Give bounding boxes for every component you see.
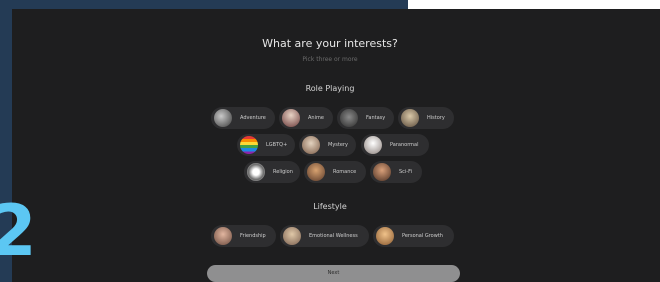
- sci-fi-thumbnail-icon: [373, 163, 391, 181]
- chip-romance[interactable]: Romance: [304, 161, 366, 183]
- white-corner-block: [408, 0, 660, 9]
- chip-label: LGBTQ+: [266, 142, 288, 148]
- section-title-lifestyle: Lifestyle: [313, 202, 347, 211]
- romance-thumbnail-icon: [307, 163, 325, 181]
- chip-label: Anime: [308, 115, 324, 121]
- chip-history[interactable]: History: [398, 107, 454, 129]
- chip-label: Religion: [273, 169, 293, 175]
- chip-personal-growth[interactable]: Personal Growth: [373, 225, 454, 247]
- section-title-role-playing: Role Playing: [305, 84, 355, 93]
- personal-growth-thumbnail-icon: [376, 227, 394, 245]
- mystery-thumbnail-icon: [302, 136, 320, 154]
- history-thumbnail-icon: [401, 109, 419, 127]
- chip-label: Sci-Fi: [399, 169, 413, 175]
- fantasy-thumbnail-icon: [340, 109, 358, 127]
- chip-fantasy[interactable]: Fantasy: [337, 107, 394, 129]
- chip-label: Adventure: [240, 115, 266, 121]
- chip-anime[interactable]: Anime: [279, 107, 333, 129]
- chip-label: Emotional Wellness: [309, 233, 358, 239]
- chip-friendship[interactable]: Friendship: [211, 225, 276, 247]
- chip-label: Mystery: [328, 142, 348, 148]
- chip-label: Fantasy: [366, 115, 386, 121]
- chip-label: Personal Growth: [402, 233, 443, 239]
- chip-adventure[interactable]: Adventure: [211, 107, 275, 129]
- chip-label: Romance: [333, 169, 357, 175]
- chip-label: History: [427, 115, 445, 121]
- religion-thumbnail-icon: [247, 163, 265, 181]
- chip-label: Paranormal: [390, 142, 419, 148]
- rainbow-flag-icon: [240, 136, 258, 154]
- page-title: What are your interests?: [262, 37, 398, 50]
- friendship-thumbnail-icon: [214, 227, 232, 245]
- chip-lgbtq[interactable]: LGBTQ+: [237, 134, 295, 156]
- anime-thumbnail-icon: [282, 109, 300, 127]
- page-subtitle: Pick three or more: [302, 56, 358, 63]
- chip-sci-fi[interactable]: Sci-Fi: [370, 161, 422, 183]
- next-button[interactable]: Next: [207, 265, 460, 282]
- chip-religion[interactable]: Religion: [244, 161, 300, 183]
- paranormal-thumbnail-icon: [364, 136, 382, 154]
- chip-emotional-wellness[interactable]: Emotional Wellness: [280, 225, 369, 247]
- adventure-thumbnail-icon: [214, 109, 232, 127]
- chip-paranormal[interactable]: Paranormal: [361, 134, 429, 156]
- chip-mystery[interactable]: Mystery: [299, 134, 356, 156]
- emotional-wellness-thumbnail-icon: [283, 227, 301, 245]
- chip-label: Friendship: [240, 233, 266, 239]
